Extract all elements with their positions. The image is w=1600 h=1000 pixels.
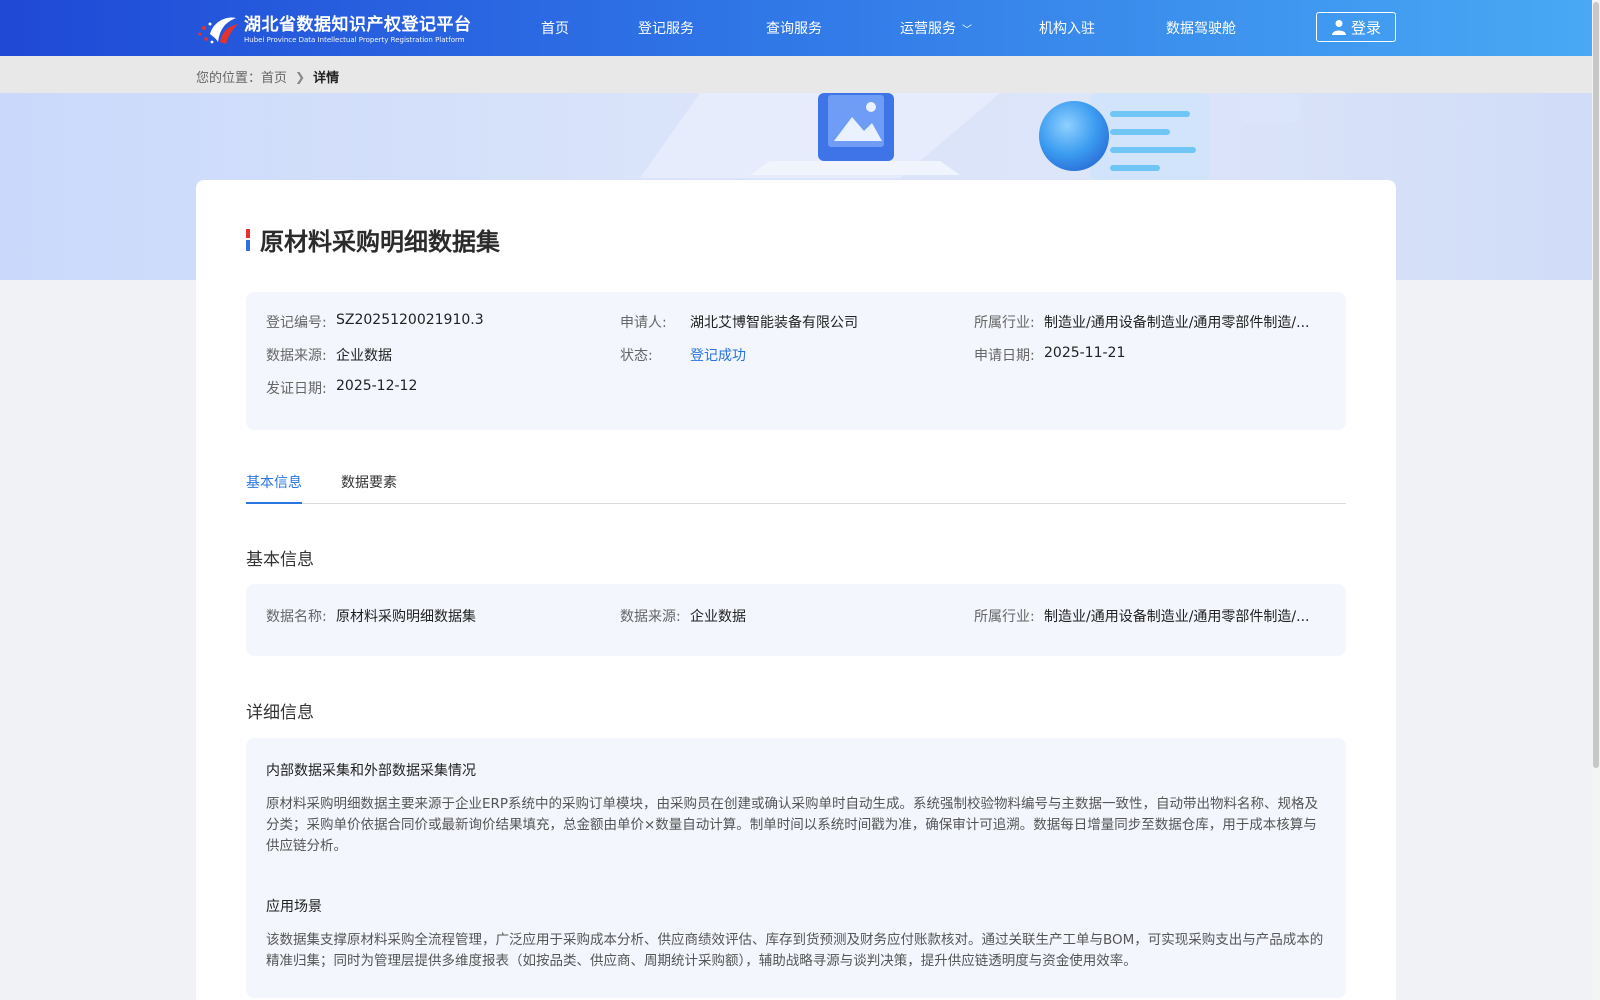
tab-data-elements[interactable]: 数据要素	[341, 472, 397, 504]
logo-subtitle: Hubei Province Data Intellectual Propert…	[244, 36, 465, 44]
page-scrollbar-thumb[interactable]	[1593, 2, 1599, 768]
summary-applicant: 申请人: 湖北艾博智能装备有限公司	[620, 315, 858, 331]
title-accent-bar	[246, 228, 250, 251]
summary-issue-date: 发证日期: 2025-12-12	[266, 378, 418, 397]
basic-data-name: 数据名称: 原材料采购明细数据集	[266, 609, 476, 625]
summary-apply-date: 申请日期: 2025-11-21	[974, 345, 1126, 364]
summary-registration-no: 登记编号: SZ2025120021910.3	[266, 312, 484, 331]
nav-item-registration[interactable]: 登记服务	[638, 18, 694, 38]
nav-item-query[interactable]: 查询服务	[766, 18, 822, 38]
chevron-right-icon: ❯	[295, 69, 306, 84]
logo-title: 湖北省数据知识产权登记平台	[244, 15, 472, 35]
user-icon	[1331, 20, 1346, 35]
scenario-text: 该数据集支撑原材料采购全流程管理，广泛应用于采购成本分析、供应商绩效评估、库存到…	[266, 932, 1324, 969]
summary-data-source: 数据来源: 企业数据	[266, 348, 392, 364]
page-title: 原材料采购明细数据集	[260, 227, 500, 256]
login-button[interactable]: 登录	[1316, 12, 1396, 42]
logo-emblem-icon	[196, 12, 240, 48]
nav-item-operations[interactable]: 运营服务 ﹀	[900, 18, 972, 38]
nav-item-home[interactable]: 首页	[541, 18, 569, 38]
detail-info-panel: 内部数据采集和外部数据采集情况 原材料采购明细数据主要来源于企业ERP系统中的采…	[246, 738, 1346, 998]
basic-data-source: 数据来源: 企业数据	[620, 609, 746, 625]
title-wrap: 原材料采购明细数据集	[246, 222, 500, 257]
detail-card: 原材料采购明细数据集 登记编号: SZ2025120021910.3 申请人: …	[196, 180, 1396, 1000]
breadcrumb-prefix: 您的位置：	[196, 71, 262, 86]
scenario-heading: 应用场景	[266, 899, 322, 915]
collection-heading: 内部数据采集和外部数据采集情况	[266, 763, 476, 779]
summary-industry: 所属行业: 制造业/通用设备制造业/通用零部件制造/...	[974, 315, 1310, 331]
breadcrumb-bar: 您的位置： 首页 ❯ 详情	[0, 56, 1592, 93]
breadcrumb: 您的位置： 首页 ❯ 详情	[196, 67, 340, 87]
logo[interactable]: 湖北省数据知识产权登记平台 Hubei Province Data Intell…	[196, 12, 496, 48]
breadcrumb-current: 详情	[313, 71, 340, 86]
top-navbar: 湖北省数据知识产权登记平台 Hubei Province Data Intell…	[0, 0, 1592, 56]
summary-status: 状态: 登记成功	[620, 345, 960, 365]
breadcrumb-home[interactable]: 首页	[261, 67, 287, 86]
nav-item-institutions[interactable]: 机构入驻	[1039, 18, 1095, 38]
chevron-down-icon: ﹀	[962, 25, 972, 36]
summary-panel: 登记编号: SZ2025120021910.3 申请人: 湖北艾博智能装备有限公…	[246, 292, 1346, 430]
detail-tabs: 基本信息 数据要素	[246, 470, 1346, 504]
login-label: 登录	[1350, 18, 1381, 37]
basic-industry: 所属行业: 制造业/通用设备制造业/通用零部件制造/...	[974, 609, 1310, 625]
collection-text: 原材料采购明细数据主要来源于企业ERP系统中的采购订单模块，由采购员在创建或确认…	[266, 796, 1319, 854]
detail-info-heading: 详细信息	[246, 703, 314, 723]
tab-basic-info[interactable]: 基本信息	[246, 472, 302, 504]
basic-info-heading: 基本信息	[246, 550, 314, 570]
status-badge: 登记成功	[690, 348, 746, 364]
nav-item-cockpit[interactable]: 数据驾驶舱	[1166, 18, 1236, 38]
basic-info-panel: 数据名称: 原材料采购明细数据集 数据来源: 企业数据 所属行业: 制造业/通用…	[246, 584, 1346, 656]
